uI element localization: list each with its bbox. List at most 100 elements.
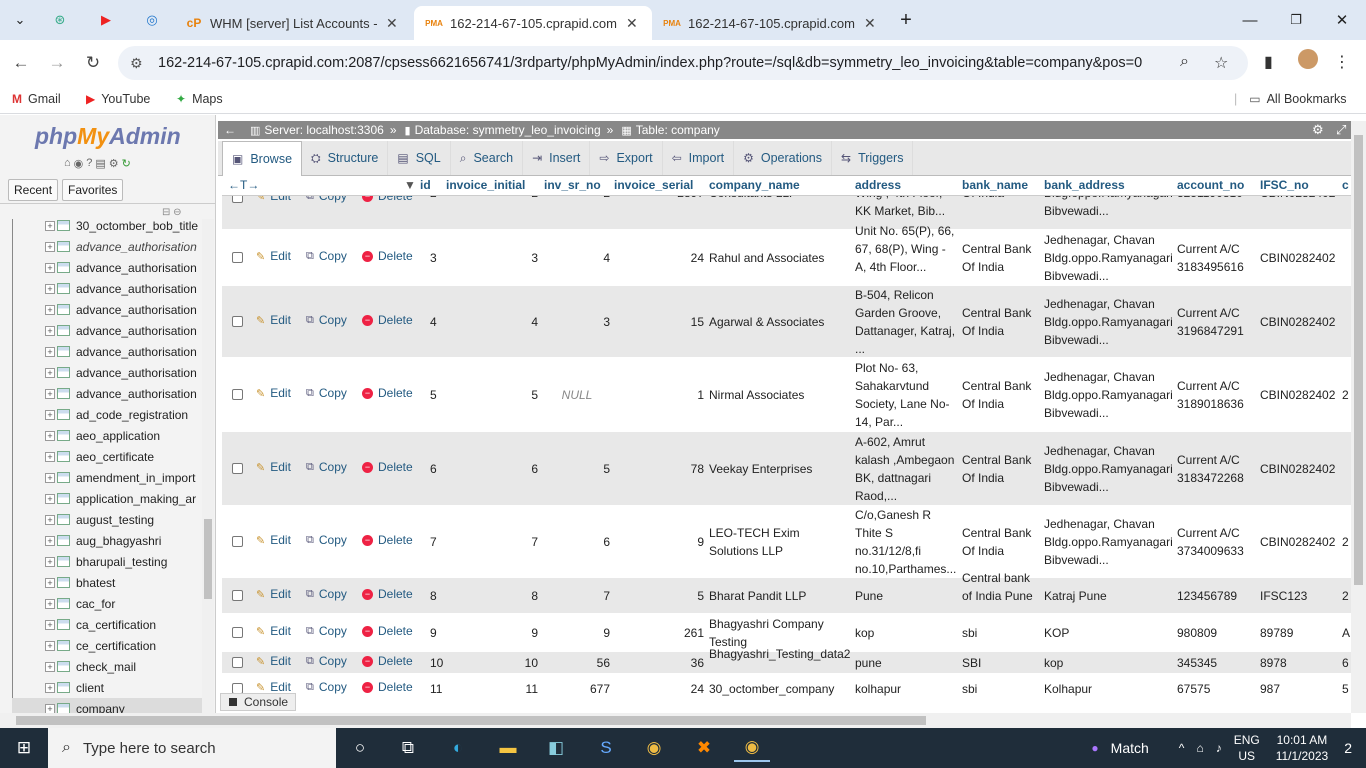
tree-item[interactable]: + bhatest bbox=[12, 572, 202, 593]
collapse-icon[interactable]: ← bbox=[224, 123, 236, 137]
column-header[interactable]: c bbox=[1342, 178, 1349, 192]
tree-item[interactable]: + advance_authorisation bbox=[12, 362, 202, 383]
tree-item[interactable]: + aeo_certificate bbox=[12, 446, 202, 467]
left-scrollbar[interactable] bbox=[202, 219, 214, 713]
reload-icon[interactable]: ↻ bbox=[80, 50, 106, 76]
recent-button[interactable]: Recent bbox=[8, 179, 59, 201]
zoom-icon[interactable]: ⌕ bbox=[1180, 53, 1189, 71]
breadcrumb-database[interactable]: Database: symmetry_leo_invoicing bbox=[415, 123, 601, 137]
expand-icon[interactable]: + bbox=[45, 556, 55, 567]
tree-item[interactable]: + application_making_ar bbox=[12, 488, 202, 509]
row-checkbox[interactable] bbox=[232, 463, 243, 474]
column-toggle-icon[interactable]: ←T→ bbox=[228, 178, 259, 192]
tab-sql[interactable]: ▤ SQL bbox=[388, 141, 451, 175]
expand-icon[interactable]: + bbox=[45, 346, 55, 357]
tab-triggers[interactable]: ⇆ Triggers bbox=[832, 141, 914, 175]
column-header[interactable]: address bbox=[855, 178, 901, 192]
copy-button[interactable]: ⧉ Copy bbox=[306, 680, 347, 694]
row-checkbox[interactable] bbox=[232, 252, 243, 263]
copy-button[interactable]: ⧉ Copy bbox=[306, 624, 347, 638]
tab-operations[interactable]: ⚙ Operations bbox=[734, 141, 833, 175]
edit-button[interactable]: ✎ Edit bbox=[256, 680, 291, 694]
youtube-tab-icon[interactable]: ▶ bbox=[94, 8, 118, 32]
delete-button[interactable]: −Delete bbox=[362, 624, 413, 638]
settings-gear-icon[interactable]: ⚙ bbox=[1312, 122, 1324, 138]
side-panel-icon[interactable]: ▮ bbox=[1264, 52, 1273, 72]
expand-icon[interactable]: + bbox=[45, 703, 55, 713]
tree-item[interactable]: + aeo_application bbox=[12, 425, 202, 446]
expand-icon[interactable]: + bbox=[45, 472, 55, 483]
windows-start-icon[interactable]: ⊞ bbox=[0, 728, 48, 768]
home-icon[interactable]: ⌂ bbox=[64, 157, 71, 170]
expand-icon[interactable]: + bbox=[45, 682, 55, 693]
menu-icon[interactable]: ⋮ bbox=[1334, 52, 1350, 72]
expand-icon[interactable]: + bbox=[45, 220, 55, 231]
address-bar[interactable]: ⚙ 162-214-67-105.cprapid.com:2087/cpsess… bbox=[118, 46, 1248, 80]
delete-button[interactable]: −Delete bbox=[362, 313, 413, 327]
tab-whm[interactable]: cP WHM [server] List Accounts - ✕ bbox=[174, 6, 414, 40]
copy-button[interactable]: ⧉ Copy bbox=[306, 249, 347, 263]
file-explorer-icon[interactable]: ▬ bbox=[490, 734, 526, 762]
tree-item[interactable]: + ad_code_registration bbox=[12, 404, 202, 425]
restore-icon[interactable]: ❐ bbox=[1282, 8, 1310, 32]
tree-item[interactable]: + cac_for bbox=[12, 593, 202, 614]
delete-button[interactable]: −Delete bbox=[362, 654, 413, 668]
column-header[interactable]: invoice_serial bbox=[614, 178, 693, 192]
tree-item[interactable]: + advance_authorisation bbox=[12, 278, 202, 299]
expand-icon[interactable]: + bbox=[45, 430, 55, 441]
column-header[interactable]: IFSC_no bbox=[1260, 178, 1309, 192]
copy-button[interactable]: ⧉ Copy bbox=[306, 460, 347, 474]
expand-icon[interactable]: + bbox=[45, 325, 55, 336]
tree-item[interactable]: + bharupali_testing bbox=[12, 551, 202, 572]
app-icon[interactable]: ◧ bbox=[538, 734, 574, 762]
delete-button[interactable]: −Delete bbox=[362, 680, 413, 694]
phpmyadmin-logo[interactable]: phpMyAdmin bbox=[35, 123, 181, 150]
bookmark-star-icon[interactable]: ☆ bbox=[1214, 53, 1228, 73]
site-settings-icon[interactable]: ⚙ bbox=[130, 55, 143, 72]
expand-icon[interactable]: + bbox=[45, 409, 55, 420]
console-button[interactable]: Console bbox=[220, 693, 296, 711]
tree-item[interactable]: + client bbox=[12, 677, 202, 698]
tab-structure[interactable]: ⛭ Structure bbox=[302, 141, 389, 175]
tree-item[interactable]: + advance_authorisation bbox=[12, 299, 202, 320]
tree-item[interactable]: + advance_authorisation bbox=[12, 257, 202, 278]
edit-button[interactable]: ✎ Edit bbox=[256, 313, 291, 327]
delete-button[interactable]: −Delete bbox=[362, 249, 413, 263]
scroll-thumb[interactable] bbox=[16, 716, 926, 725]
row-checkbox[interactable] bbox=[232, 316, 243, 327]
bookmark-gmail[interactable]: M Gmail bbox=[12, 92, 61, 106]
widgets-icon[interactable]: ⧉ bbox=[390, 734, 426, 762]
edit-button[interactable]: ✎ Edit bbox=[256, 386, 291, 400]
tree-item[interactable]: + advance_authorisation bbox=[12, 320, 202, 341]
app-tab-icon[interactable]: ◎ bbox=[140, 8, 164, 32]
expand-icon[interactable]: + bbox=[45, 367, 55, 378]
back-icon[interactable]: ← bbox=[8, 50, 34, 76]
copy-button[interactable]: ⧉ Copy bbox=[306, 654, 347, 668]
expand-icon[interactable]: + bbox=[45, 262, 55, 273]
skype-icon[interactable]: S bbox=[588, 734, 624, 762]
reload-icon[interactable]: ↻ bbox=[122, 157, 131, 170]
right-scrollbar[interactable] bbox=[1351, 121, 1366, 713]
expand-icon[interactable]: + bbox=[45, 514, 55, 525]
tab-search-icon[interactable]: ⌄ bbox=[8, 8, 32, 32]
language-indicator[interactable]: ENG US bbox=[1234, 732, 1260, 764]
bookmark-maps[interactable]: ✦ Maps bbox=[176, 92, 223, 106]
expand-icon[interactable]: + bbox=[45, 577, 55, 588]
column-header[interactable]: invoice_initial bbox=[446, 178, 525, 192]
tab-browse[interactable]: ▣ Browse bbox=[222, 141, 303, 176]
copy-button[interactable]: ⧉ Copy bbox=[306, 386, 347, 400]
chrome-icon[interactable]: ◉ bbox=[636, 734, 672, 762]
column-header[interactable]: company_name bbox=[709, 178, 800, 192]
tree-item[interactable]: + company bbox=[12, 698, 202, 713]
tree-item[interactable]: + amendment_in_import bbox=[12, 467, 202, 488]
tab-import[interactable]: ⇦ Import bbox=[663, 141, 735, 175]
close-icon[interactable]: ✕ bbox=[386, 15, 398, 32]
tree-item[interactable]: + advance_authorisation bbox=[12, 383, 202, 404]
copy-button[interactable]: ⧉ Copy bbox=[306, 313, 347, 327]
tree-item[interactable]: + advance_authorisation bbox=[12, 341, 202, 362]
expand-icon[interactable]: + bbox=[45, 451, 55, 462]
delete-button[interactable]: −Delete bbox=[362, 587, 413, 601]
horizontal-scrollbar[interactable] bbox=[0, 713, 1351, 728]
column-header[interactable]: inv_sr_no bbox=[544, 178, 601, 192]
column-header[interactable]: bank_name bbox=[962, 178, 1028, 192]
